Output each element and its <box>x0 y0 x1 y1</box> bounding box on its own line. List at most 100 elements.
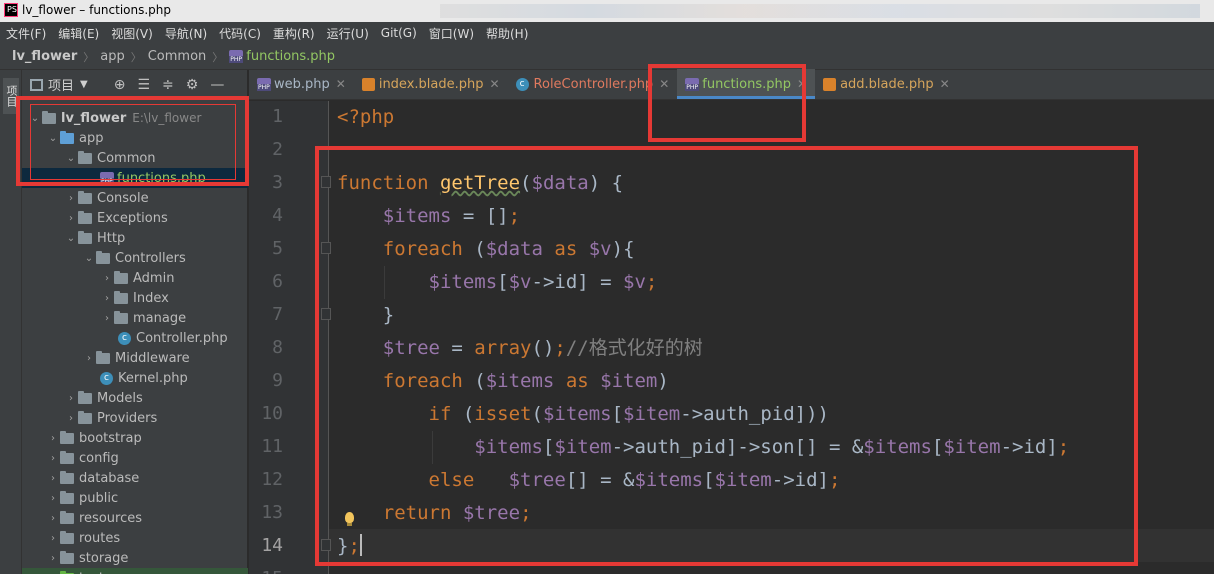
tree-item-admin[interactable]: › Admin <box>22 268 248 288</box>
menu-refactor[interactable]: 重构(R) <box>273 25 315 42</box>
expand-all-icon[interactable]: ☰ <box>137 77 150 93</box>
tab-add-blade-php[interactable]: add.blade.php ✕ <box>815 69 958 99</box>
line-number: 9 <box>272 370 283 391</box>
tree-item-tests[interactable]: › tests <box>22 568 248 574</box>
line-number: 7 <box>272 304 283 325</box>
tree-item-label: Exceptions <box>97 210 168 226</box>
phpstorm-logo-icon: PS <box>4 3 18 17</box>
tree-item-label: Controller.php <box>136 330 228 346</box>
line-number: 5 <box>272 238 283 259</box>
menu-navigate[interactable]: 导航(N) <box>165 25 207 42</box>
chevron-right-icon[interactable]: › <box>100 293 114 304</box>
breadcrumb-app[interactable]: app <box>100 49 124 64</box>
chevron-right-icon: 〉 <box>83 50 95 64</box>
tree-item-label: Admin <box>133 270 175 286</box>
folder-icon <box>96 350 110 364</box>
class-icon: c <box>515 77 529 91</box>
tree-item-label: storage <box>79 550 129 566</box>
tree-item-label: manage <box>133 310 187 326</box>
chevron-right-icon[interactable]: › <box>46 493 60 504</box>
code-line-1: <?php <box>337 106 395 128</box>
tree-item-kernel-php[interactable]: c Kernel.php <box>22 368 248 388</box>
close-icon[interactable]: ✕ <box>940 77 950 91</box>
folder-icon <box>114 290 128 304</box>
tree-item-http[interactable]: ⌄ Http <box>22 228 248 248</box>
chevron-down-icon[interactable]: ⌄ <box>64 233 78 244</box>
locate-file-icon[interactable]: ⊕ <box>114 77 126 93</box>
tree-item-label: database <box>79 470 140 486</box>
chevron-right-icon[interactable]: › <box>46 533 60 544</box>
menu-file[interactable]: 文件(F) <box>6 25 46 42</box>
folder-icon <box>60 470 74 484</box>
tree-item-index[interactable]: › Index <box>22 288 248 308</box>
tree-item-public[interactable]: › public <box>22 488 248 508</box>
chevron-down-icon[interactable]: ⌄ <box>82 253 96 264</box>
line-number: 15 <box>249 568 283 574</box>
tree-item-providers[interactable]: › Providers <box>22 408 248 428</box>
breadcrumb-file[interactable]: functions.php <box>246 49 335 64</box>
close-icon[interactable]: ✕ <box>336 77 346 91</box>
tree-item-console[interactable]: › Console <box>22 188 248 208</box>
blade-file-icon <box>361 77 375 91</box>
chevron-right-icon[interactable]: › <box>64 213 78 224</box>
tree-item-label: Models <box>97 390 143 406</box>
line-number: 4 <box>272 205 283 226</box>
tree-item-bootstrap[interactable]: › bootstrap <box>22 428 248 448</box>
tree-item-controllers[interactable]: ⌄ Controllers <box>22 248 248 268</box>
tree-item-database[interactable]: › database <box>22 468 248 488</box>
menu-code[interactable]: 代码(C) <box>219 25 261 42</box>
folder-icon <box>60 530 74 544</box>
menu-window[interactable]: 窗口(W) <box>429 25 474 42</box>
breadcrumb-common[interactable]: Common <box>148 49 207 64</box>
tree-item-controller-php[interactable]: c Controller.php <box>22 328 248 348</box>
gear-icon[interactable]: ⚙ <box>186 77 199 93</box>
tab-index-blade-php[interactable]: index.blade.php ✕ <box>354 69 508 99</box>
chevron-right-icon[interactable]: › <box>46 553 60 564</box>
chevron-right-icon[interactable]: › <box>64 193 78 204</box>
hide-panel-icon[interactable]: — <box>210 77 224 93</box>
annotation-box-code <box>315 146 1138 566</box>
folder-icon <box>78 230 92 244</box>
tree-item-label: resources <box>79 510 143 526</box>
menu-git[interactable]: Git(G) <box>381 26 417 40</box>
chevron-down-icon[interactable]: ▼ <box>80 79 88 90</box>
chevron-right-icon[interactable]: › <box>46 513 60 524</box>
class-icon: c <box>100 371 113 385</box>
folder-icon <box>78 390 92 404</box>
menu-view[interactable]: 视图(V) <box>111 25 153 42</box>
chevron-right-icon: 〉 <box>212 50 224 64</box>
tree-item-label: tests <box>79 571 111 574</box>
chevron-right-icon[interactable]: › <box>46 473 60 484</box>
collapse-all-icon[interactable]: ≑ <box>162 77 174 93</box>
menu-edit[interactable]: 编辑(E) <box>58 25 99 42</box>
chevron-right-icon: 〉 <box>130 50 142 64</box>
tree-item-exceptions[interactable]: › Exceptions <box>22 208 248 228</box>
tree-item-routes[interactable]: › routes <box>22 528 248 548</box>
folder-icon <box>78 190 92 204</box>
chevron-right-icon[interactable]: › <box>100 273 114 284</box>
tree-item-config[interactable]: › config <box>22 448 248 468</box>
chevron-right-icon[interactable]: › <box>64 413 78 424</box>
breadcrumb-project[interactable]: lv_flower <box>12 49 77 64</box>
chevron-right-icon[interactable]: › <box>46 453 60 464</box>
php-file-icon <box>229 50 244 63</box>
project-view-icon <box>30 78 43 91</box>
tree-item-middleware[interactable]: › Middleware <box>22 348 248 368</box>
tab-web-php[interactable]: web.php ✕ <box>249 69 354 99</box>
tree-item-label: Kernel.php <box>118 370 188 386</box>
menu-help[interactable]: 帮助(H) <box>486 25 528 42</box>
project-view-selector[interactable]: 项目 <box>48 75 74 94</box>
close-icon[interactable]: ✕ <box>489 77 499 91</box>
tree-item-models[interactable]: › Models <box>22 388 248 408</box>
folder-icon <box>60 510 74 524</box>
menu-run[interactable]: 运行(U) <box>327 25 369 42</box>
chevron-right-icon[interactable]: › <box>100 313 114 324</box>
tree-item-label: Providers <box>97 410 158 426</box>
tree-item-storage[interactable]: › storage <box>22 548 248 568</box>
tree-item-resources[interactable]: › resources <box>22 508 248 528</box>
chevron-right-icon[interactable]: › <box>64 393 78 404</box>
chevron-right-icon[interactable]: › <box>82 353 96 364</box>
tree-item-manage[interactable]: › manage <box>22 308 248 328</box>
folder-icon <box>60 490 74 504</box>
chevron-right-icon[interactable]: › <box>46 433 60 444</box>
